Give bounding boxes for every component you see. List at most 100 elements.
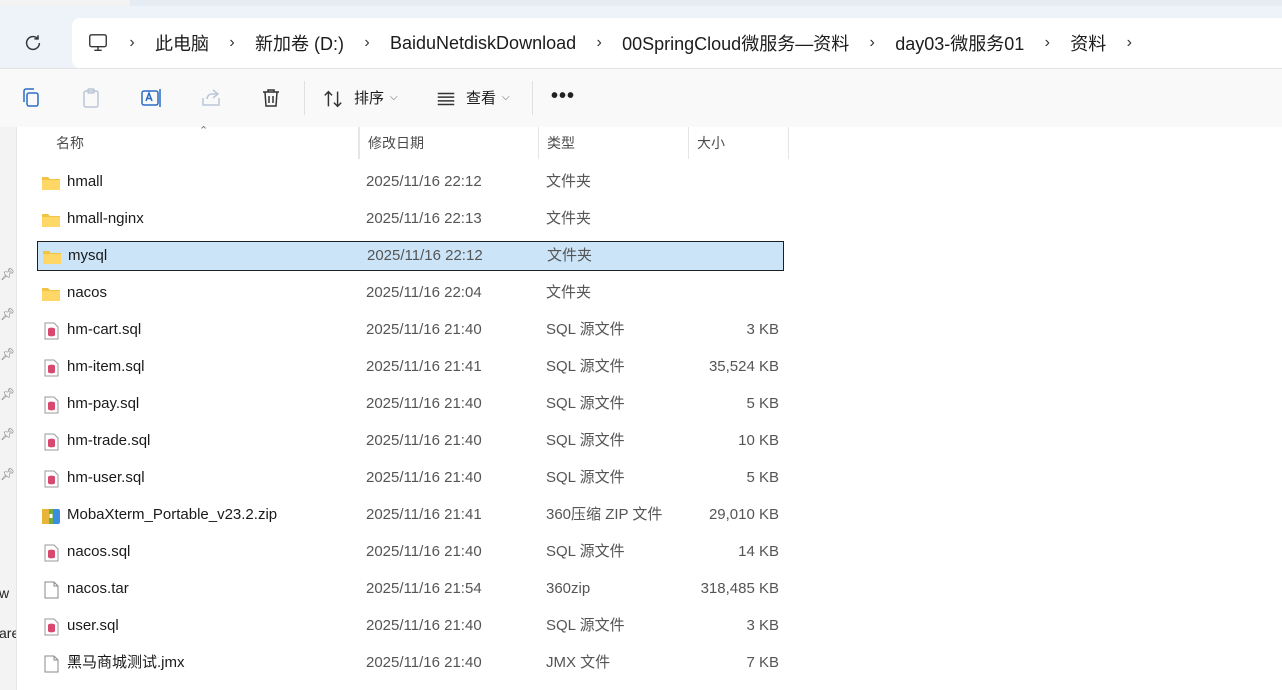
pin-icon[interactable]: 📌︎ — [0, 307, 15, 321]
file-row[interactable]: 黑马商城测试.jmx 2025/11/16 21:40 JMX 文件 7 KB — [37, 648, 784, 678]
file-row[interactable]: MobaXterm_Portable_v23.2.zip 2025/11/16 2… — [37, 500, 784, 530]
breadcrumb-item[interactable]: day03-微服务01 › — [881, 30, 1056, 56]
file-type: SQL 源文件 — [546, 358, 625, 375]
breadcrumb[interactable]: › 此电脑 › 新加卷 (D:) › BaiduNetdiskDownload › 00Sp… — [72, 18, 1282, 68]
breadcrumb-item[interactable]: BaiduNetdiskDownload › — [376, 33, 608, 54]
chevron-right-icon[interactable]: › — [223, 34, 241, 52]
file-type: SQL 源文件 — [546, 617, 625, 634]
pin-icon[interactable]: 📌︎ — [0, 467, 15, 481]
blank-file-icon — [41, 580, 61, 599]
file-name: nacos — [67, 284, 108, 301]
chevron-right-icon[interactable]: › — [358, 34, 376, 52]
file-size — [667, 278, 779, 308]
file-list: ⌃ 名称 修改日期 类型 大小 hmall 2025/11/16 22:12 文件夹… — [17, 125, 1282, 690]
file-modified-date: 2025/11/16 21:40 — [366, 543, 482, 560]
file-row[interactable]: hm-pay.sql 2025/11/16 21:40 SQL 源文件 5 KB — [37, 389, 784, 419]
file-row[interactable]: hm-user.sql 2025/11/16 21:40 SQL 源文件 5 KB — [37, 463, 784, 493]
delete-icon[interactable] — [259, 86, 283, 110]
file-type: SQL 源文件 — [546, 395, 625, 412]
file-row[interactable]: user.sql 2025/11/16 21:40 SQL 源文件 3 KB — [37, 611, 784, 641]
nav-item-fragment[interactable]: w — [0, 585, 9, 601]
this-pc-icon[interactable] — [87, 32, 109, 54]
file-name: user.sql — [67, 617, 119, 634]
pin-icon[interactable]: 📌︎ — [0, 347, 15, 361]
file-name: hm-item.sql — [67, 358, 145, 375]
breadcrumb-item[interactable]: 新加卷 (D:) › — [241, 30, 376, 56]
file-modified-date: 2025/11/16 21:40 — [366, 654, 482, 671]
file-row[interactable]: nacos.tar 2025/11/16 21:54 360zip 318,485 K… — [37, 574, 784, 604]
breadcrumb-item[interactable]: 此电脑 › — [141, 30, 241, 56]
chevron-right-icon[interactable]: › — [590, 34, 608, 52]
file-size — [667, 204, 779, 234]
sort-button[interactable]: 排序 ⌵ — [354, 87, 398, 108]
sort-label: 排序 — [354, 90, 385, 107]
file-row[interactable]: mysql 2025/11/16 22:12 文件夹 — [37, 241, 784, 271]
paste-icon[interactable] — [79, 86, 103, 110]
folder-icon — [41, 284, 61, 302]
breadcrumb-label: day03-微服务01 — [895, 34, 1025, 54]
sql-file-icon — [41, 469, 61, 488]
more-options-button[interactable]: ••• — [551, 85, 575, 108]
file-row[interactable]: nacos.sql 2025/11/16 21:40 SQL 源文件 14 KB — [37, 537, 784, 567]
breadcrumb-item[interactable]: 资料 › — [1056, 30, 1138, 56]
file-row[interactable]: hm-cart.sql 2025/11/16 21:40 SQL 源文件 3 KB — [37, 315, 784, 345]
breadcrumb-label: BaiduNetdiskDownload — [390, 32, 577, 53]
folder-icon — [41, 210, 61, 228]
file-type: 文件夹 — [546, 210, 592, 227]
chevron-right-icon[interactable]: › — [1038, 34, 1056, 52]
file-size: 5 KB — [746, 395, 779, 412]
view-icon[interactable] — [435, 88, 457, 110]
file-row[interactable]: hm-trade.sql 2025/11/16 21:40 SQL 源文件 10 KB — [37, 426, 784, 456]
sql-file-icon — [41, 321, 61, 340]
file-size: 29,010 KB — [708, 506, 779, 523]
file-type: JMX 文件 — [546, 654, 611, 671]
file-type: 文件夹 — [547, 247, 593, 264]
file-name: nacos.sql — [67, 543, 131, 560]
column-header-size[interactable]: 大小 — [689, 127, 789, 159]
breadcrumb-label: 资料 — [1070, 34, 1107, 54]
file-type: 文件夹 — [546, 173, 592, 190]
breadcrumb-label: 新加卷 (D:) — [255, 34, 344, 54]
file-name: hm-user.sql — [67, 469, 145, 486]
file-type: SQL 源文件 — [546, 543, 625, 560]
column-header-date[interactable]: 修改日期 — [359, 127, 539, 159]
sql-file-icon — [41, 395, 61, 414]
file-modified-date: 2025/11/16 22:04 — [366, 284, 482, 301]
pin-icon[interactable]: 📌︎ — [0, 387, 15, 401]
chevron-right-icon[interactable]: › — [123, 34, 141, 52]
file-name: 黑马商城测试.jmx — [67, 654, 185, 671]
file-size: 318,485 KB — [700, 580, 779, 597]
chevron-right-icon[interactable]: › — [863, 34, 881, 52]
file-size: 5 KB — [746, 469, 779, 486]
copy-icon[interactable] — [19, 86, 43, 110]
file-name: hmall-nginx — [67, 210, 144, 227]
file-size: 14 KB — [738, 543, 779, 560]
rename-icon[interactable] — [139, 86, 163, 110]
nav-item-fragment[interactable]: are — [0, 625, 16, 641]
file-name: hm-cart.sql — [67, 321, 142, 338]
breadcrumb-label: 此电脑 — [155, 34, 209, 54]
column-header-type[interactable]: 类型 — [539, 127, 689, 159]
chevron-down-icon: ⌵ — [390, 92, 398, 103]
folder-icon — [42, 247, 62, 265]
file-row[interactable]: hmall-nginx 2025/11/16 22:13 文件夹 — [37, 204, 784, 234]
chevron-right-icon[interactable]: › — [1120, 34, 1138, 52]
breadcrumb-item[interactable]: 00SpringCloud微服务—资料 › — [608, 30, 881, 56]
folder-icon — [41, 173, 61, 191]
sort-icon[interactable] — [322, 88, 344, 110]
file-row[interactable]: nacos 2025/11/16 22:04 文件夹 — [37, 278, 784, 308]
view-button[interactable]: 查看 ⌵ — [466, 87, 510, 108]
refresh-icon[interactable] — [22, 32, 44, 54]
file-type: 文件夹 — [546, 284, 592, 301]
file-row[interactable]: hmall 2025/11/16 22:12 文件夹 — [37, 167, 784, 197]
file-name: MobaXterm_Portable_v23.2.zip — [67, 506, 278, 523]
sql-file-icon — [41, 432, 61, 451]
file-size: 7 KB — [746, 654, 779, 671]
pin-icon[interactable]: 📌︎ — [0, 427, 15, 441]
column-header-name[interactable]: 名称 — [48, 127, 359, 159]
file-modified-date: 2025/11/16 21:54 — [366, 580, 482, 597]
pin-icon[interactable]: 📌︎ — [0, 267, 15, 281]
share-icon[interactable] — [199, 86, 223, 110]
file-row[interactable]: hm-item.sql 2025/11/16 21:41 SQL 源文件 35,524… — [37, 352, 784, 382]
file-modified-date: 2025/11/16 22:12 — [367, 247, 483, 264]
